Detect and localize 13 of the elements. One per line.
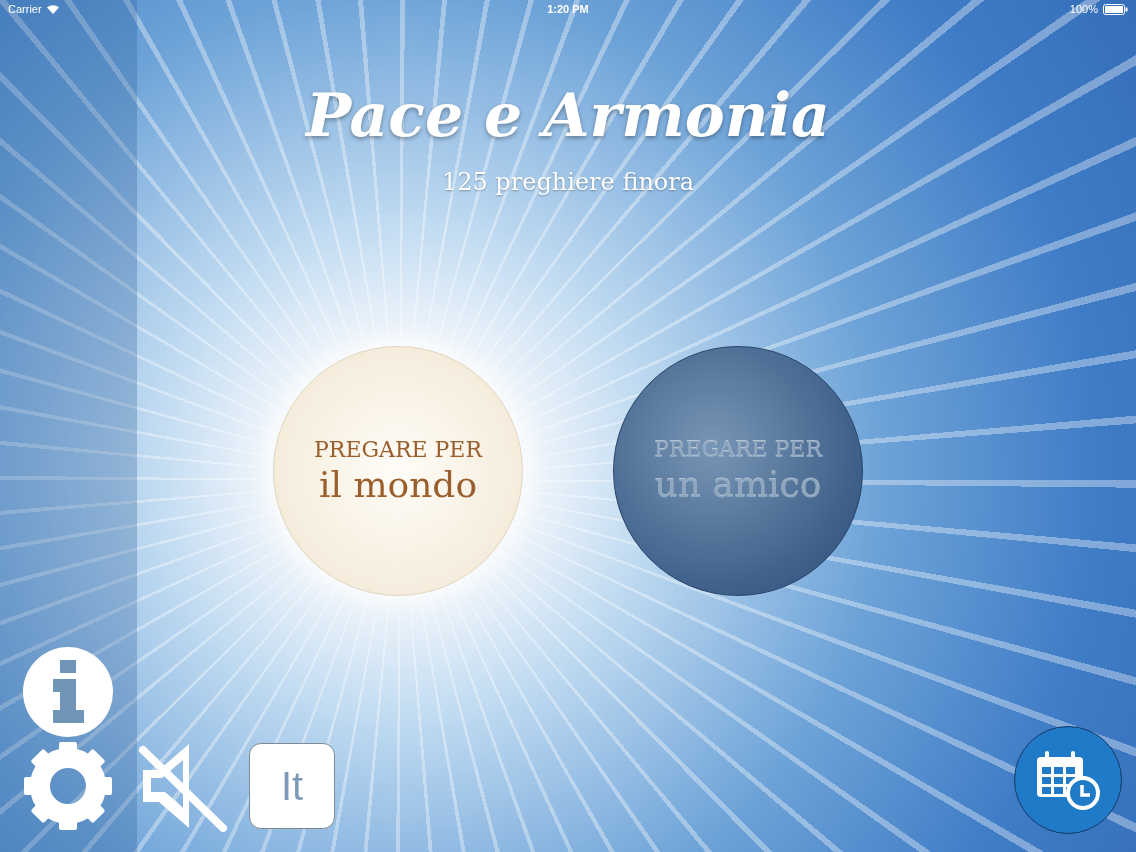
pray-button[interactable]: PREGARE PER un amico <box>613 346 863 596</box>
language-button[interactable]: It <box>249 743 335 829</box>
clock-label: 1:20 PM <box>547 3 589 15</box>
battery-percent: 100% <box>1069 3 1098 15</box>
pray-button[interactable]: PREGARE PER il mondo <box>273 346 523 596</box>
calendar-clock-icon <box>1035 749 1101 811</box>
carrier-label: Carrier <box>8 3 42 15</box>
info-icon[interactable] <box>22 646 114 738</box>
settings-icon[interactable] <box>22 740 114 832</box>
battery-icon <box>1103 3 1128 15</box>
wifi-icon <box>46 4 59 14</box>
prayer-count: 125 preghiere finora <box>441 168 695 196</box>
app-title: Pace e Armonia <box>306 80 830 150</box>
